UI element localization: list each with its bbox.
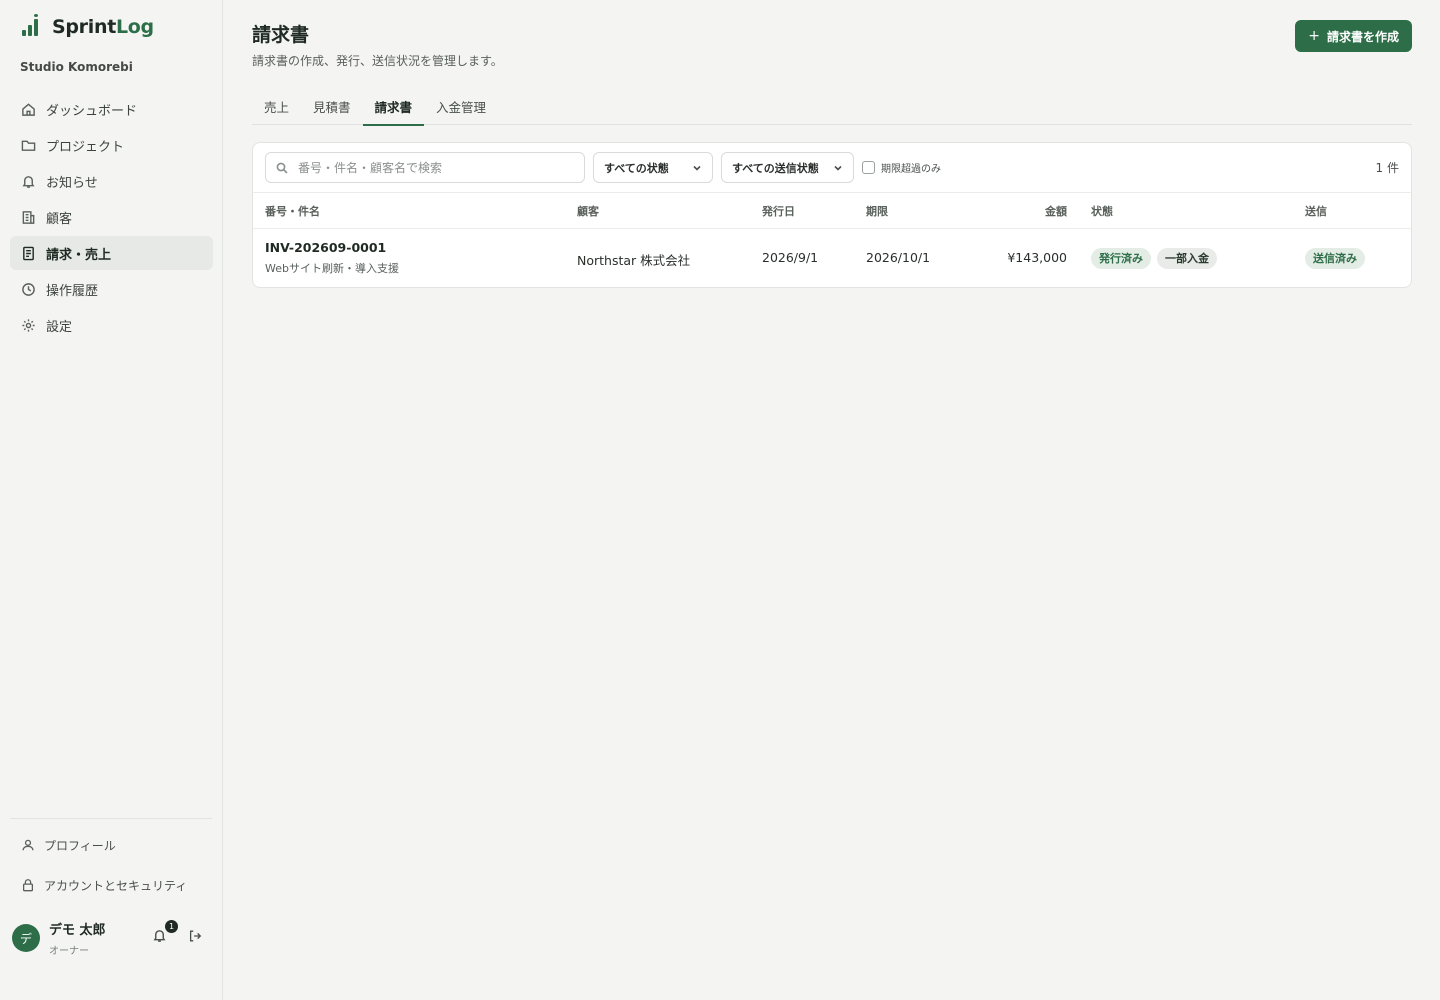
billing-tabs: 売上 見積書 請求書 入金管理 [252, 88, 1412, 126]
column-header-status[interactable]: 状態 [1091, 203, 1113, 219]
invoice-title: Webサイト刷新・導入支援 [265, 262, 399, 275]
brand-logo[interactable]: SprintLog [20, 14, 154, 38]
create-invoice-label: 請求書を作成 [1326, 29, 1399, 44]
send-status-badge: 送信済み [1305, 248, 1365, 269]
chevron-down-icon [834, 165, 842, 171]
sidebar-item-label: 操作履歴 [46, 283, 99, 299]
status-badge-partial-payment: 一部入金 [1157, 248, 1217, 269]
column-header-due[interactable]: 期限 [866, 203, 888, 219]
notification-count-badge: 1 [165, 920, 178, 933]
page-subtitle: 請求書の作成、発行、送信状況を管理します。 [252, 54, 503, 68]
gear-icon [20, 317, 36, 333]
overdue-only-filter[interactable]: 期限超過のみ [862, 160, 941, 175]
bell-icon [20, 173, 36, 189]
overdue-only-label: 期限超過のみ [881, 164, 941, 175]
sidebar-item-customers[interactable]: 顧客 [10, 200, 213, 234]
plus-icon: + [1308, 28, 1320, 44]
lock-icon [20, 877, 36, 893]
main-nav: ダッシュボード プロジェクト お知らせ 顧客 請求・売上 操作履歴 設定 [10, 92, 213, 344]
avatar[interactable]: デ [12, 924, 40, 952]
bell-icon [153, 930, 166, 942]
column-header-amount[interactable]: 金額 [1045, 203, 1067, 219]
user-profile: デ デモ 太郎 オーナー 1 [12, 918, 212, 958]
chevron-down-icon [693, 165, 701, 171]
user-name: デモ 太郎 [49, 923, 106, 938]
sidebar-item-label: 設定 [46, 319, 73, 335]
status-badge-issued: 発行済み [1091, 248, 1151, 269]
sidebar-item-dashboard[interactable]: ダッシュボード [10, 92, 213, 126]
column-header-customer[interactable]: 顧客 [577, 203, 599, 219]
sidebar-item-label: ダッシュボード [46, 103, 138, 119]
main-content: 請求書 請求書の作成、発行、送信状況を管理します。 + 請求書を作成 売上 見積… [224, 0, 1440, 1000]
folder-icon [20, 137, 36, 153]
status-cell: 発行済み 一部入金 [1091, 247, 1223, 269]
notifications-button[interactable]: 1 [152, 920, 178, 946]
table-header: 番号・件名 顧客 発行日 期限 金額 状態 送信 [253, 193, 1411, 229]
account-nav: プロフィール アカウントとセキュリティ [10, 828, 213, 908]
sidebar-item-label: 顧客 [46, 211, 73, 227]
tab-estimates[interactable]: 見積書 [301, 88, 363, 125]
send-status-filter-value: すべての送信状態 [732, 161, 819, 175]
issued-date-cell: 2026/9/1 [762, 250, 819, 265]
page-title: 請求書 [252, 24, 310, 46]
logo-bars-icon [20, 14, 42, 38]
user-info: デモ 太郎 オーナー [49, 919, 106, 957]
sidebar-item-billing[interactable]: 請求・売上 [10, 236, 213, 270]
tab-payments[interactable]: 入金管理 [424, 88, 498, 125]
sidebar: SprintLog Studio Komorebi ダッシュボード プロジェクト… [0, 0, 223, 1000]
invoice-number-cell: INV-202609-0001 Webサイト刷新・導入支援 [265, 240, 399, 276]
building-icon [20, 209, 36, 225]
receipt-icon [20, 245, 36, 261]
sidebar-item-projects[interactable]: プロジェクト [10, 128, 213, 162]
invoice-list-card: すべての状態 すべての送信状態 期限超過のみ 1 件 番号・件名 顧客 発行日 … [252, 142, 1412, 288]
sidebar-item-profile[interactable]: プロフィール [10, 828, 213, 862]
due-date-cell: 2026/10/1 [866, 250, 931, 265]
sidebar-item-activity-log[interactable]: 操作履歴 [10, 272, 213, 306]
send-status-filter-select[interactable]: すべての送信状態 [721, 152, 854, 183]
tab-sales[interactable]: 売上 [252, 88, 301, 125]
search-box[interactable] [265, 152, 585, 183]
search-input[interactable] [298, 160, 568, 175]
user-icon [20, 837, 36, 853]
sidebar-divider [10, 818, 212, 819]
user-role: オーナー [49, 946, 89, 957]
sidebar-item-label: アカウントとセキュリティ [44, 878, 188, 893]
column-header-send[interactable]: 送信 [1305, 203, 1327, 219]
sidebar-item-label: プロフィール [44, 838, 116, 853]
status-filter-value: すべての状態 [604, 161, 669, 175]
sidebar-item-notifications[interactable]: お知らせ [10, 164, 213, 198]
filter-bar: すべての状態 すべての送信状態 期限超過のみ 1 件 [253, 143, 1411, 193]
result-count: 1 件 [1375, 161, 1399, 175]
tab-invoices[interactable]: 請求書 [362, 88, 425, 126]
create-invoice-button[interactable]: + 請求書を作成 [1295, 20, 1412, 52]
status-filter-select[interactable]: すべての状態 [593, 152, 713, 183]
search-icon [276, 162, 288, 174]
clock-icon [20, 281, 36, 297]
brand-name: SprintLog [52, 16, 154, 38]
sidebar-item-label: プロジェクト [46, 139, 125, 155]
sidebar-item-settings[interactable]: 設定 [10, 308, 213, 342]
send-cell: 送信済み [1305, 247, 1371, 269]
column-header-number[interactable]: 番号・件名 [265, 203, 320, 219]
logout-icon [189, 930, 202, 942]
invoice-number[interactable]: INV-202609-0001 [265, 240, 399, 255]
customer-cell: Northstar 株式会社 [577, 253, 691, 268]
sidebar-item-account-security[interactable]: アカウントとセキュリティ [10, 868, 213, 902]
sidebar-item-label: お知らせ [46, 175, 98, 191]
table-row[interactable]: INV-202609-0001 Webサイト刷新・導入支援 Northstar … [253, 229, 1411, 287]
sidebar-item-label: 請求・売上 [46, 247, 112, 263]
organization-name: Studio Komorebi [20, 60, 133, 74]
column-header-issued[interactable]: 発行日 [762, 203, 795, 219]
logout-button[interactable] [188, 928, 204, 944]
home-icon [20, 101, 36, 117]
amount-cell: ¥143,000 [1007, 250, 1067, 265]
overdue-only-checkbox[interactable] [862, 161, 875, 174]
